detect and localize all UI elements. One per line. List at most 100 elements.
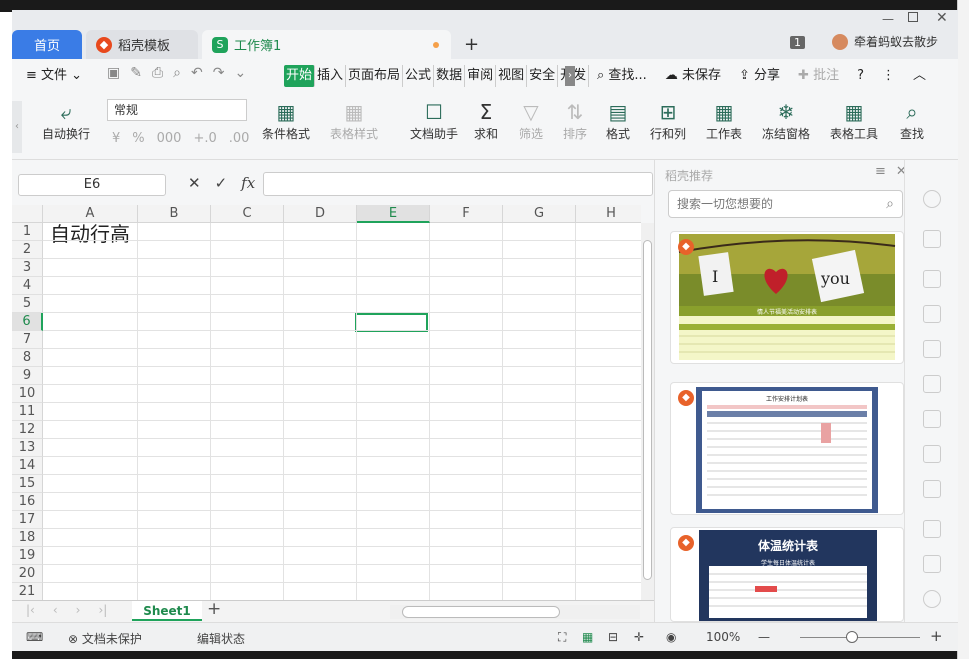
table-style-button[interactable]: ▦ 表格样式 xyxy=(330,99,378,142)
table-tools-button[interactable]: ▦ 表格工具 xyxy=(830,99,878,142)
row-col-button[interactable]: ⊞ 行和列 xyxy=(650,99,686,142)
sidebar-item-shape-icon[interactable] xyxy=(923,305,941,323)
doc-assistant-button[interactable]: ☐ 文档助手 xyxy=(410,99,458,142)
format-painter-icon[interactable]: ✎ xyxy=(130,65,142,81)
print-icon[interactable]: ⎙ xyxy=(152,65,163,81)
row-header-9[interactable]: 9 xyxy=(12,367,43,385)
row-header-11[interactable]: 11 xyxy=(12,403,43,421)
cell-a1-text[interactable]: 自动行高 xyxy=(50,223,130,245)
zoom-out-button[interactable]: — xyxy=(758,630,770,644)
confirm-icon[interactable]: ✓ xyxy=(215,174,228,192)
row-header-15[interactable]: 15 xyxy=(12,475,43,493)
row-header-19[interactable]: 19 xyxy=(12,547,43,565)
row-header-3[interactable]: 3 xyxy=(12,259,43,277)
row-header-6[interactable]: 6 xyxy=(12,313,43,331)
panel-menu-icon[interactable]: ≡ xyxy=(875,164,886,179)
redo-icon[interactable]: ↷ xyxy=(213,65,225,81)
reading-layout-icon[interactable]: ✛ xyxy=(634,630,644,644)
row-header-10[interactable]: 10 xyxy=(12,385,43,403)
add-sheet-button[interactable]: + xyxy=(207,599,221,619)
sidebar-item-image-icon[interactable] xyxy=(923,555,941,573)
search-icon[interactable]: ⌕ xyxy=(886,191,894,217)
zoom-slider[interactable] xyxy=(800,637,920,638)
row-header-18[interactable]: 18 xyxy=(12,529,43,547)
zoom-slider-knob[interactable] xyxy=(846,631,858,643)
freeze-panes-button[interactable]: ❄ 冻结窗格 xyxy=(762,99,810,142)
template-card-valentine[interactable]: ◆ I you 情人节福美活动安排表 xyxy=(670,231,904,364)
name-box[interactable]: E6 xyxy=(18,174,166,196)
number-format-btn-2[interactable]: 000 xyxy=(157,131,182,146)
sidebar-item-table-icon[interactable] xyxy=(923,270,941,288)
row-header-5[interactable]: 5 xyxy=(12,295,43,313)
undo-icon[interactable]: ↶ xyxy=(191,65,203,81)
template-card-temperature[interactable]: ◆ 体温统计表 学生每日体温统计表 xyxy=(670,527,904,622)
tab-home[interactable]: 首页 xyxy=(12,30,82,59)
fullscreen-icon[interactable]: ⛶ xyxy=(558,630,566,645)
eye-protection-icon[interactable]: ◉ xyxy=(666,630,676,644)
prev-sheet-icon[interactable]: ‹ xyxy=(53,603,58,617)
formula-input[interactable] xyxy=(263,172,653,196)
search-command[interactable]: ⌕ 查找... xyxy=(595,65,649,87)
number-format-btn-3[interactable]: +.0 xyxy=(193,131,216,146)
template-card-work-plan[interactable]: ◆ 工作安排计划表 xyxy=(670,382,904,515)
last-sheet-icon[interactable]: ›| xyxy=(98,603,107,617)
row-header-16[interactable]: 16 xyxy=(12,493,43,511)
sum-button[interactable]: Σ 求和 xyxy=(474,99,498,142)
row-header-1[interactable]: 1 xyxy=(12,223,43,241)
more-options-icon[interactable]: ⋮ xyxy=(880,65,897,87)
number-format-btn-1[interactable]: % xyxy=(132,131,144,146)
zoom-in-button[interactable]: + xyxy=(930,627,943,645)
ribbon-tab-6[interactable]: 视图 xyxy=(496,65,528,87)
column-header-a[interactable]: A xyxy=(43,205,138,223)
sidebar-item-chart-icon[interactable] xyxy=(923,340,941,358)
user-account[interactable]: 牵着蚂蚁去散步 xyxy=(832,33,938,50)
format-button[interactable]: ▤ 格式 xyxy=(606,99,630,142)
column-header-g[interactable]: G xyxy=(503,205,576,223)
horizontal-scroll-thumb[interactable] xyxy=(402,606,560,618)
maximize-icon[interactable] xyxy=(908,12,918,22)
more-tabs-arrow-icon[interactable]: › xyxy=(565,66,575,86)
new-tab-button[interactable]: + xyxy=(464,34,479,55)
comment-button[interactable]: ✚ 批注 xyxy=(796,65,841,87)
ribbon-tab-3[interactable]: 公式 xyxy=(403,65,435,87)
customize-icon[interactable]: ⌄ xyxy=(234,65,246,81)
doc-protection-status[interactable]: ⊗ 文档未保护 xyxy=(68,630,142,647)
page-break-view-icon[interactable]: ⊟ xyxy=(608,630,618,644)
cancel-icon[interactable]: ✕ xyxy=(188,174,201,192)
ribbon-tab-4[interactable]: 数据 xyxy=(434,65,466,87)
tab-template[interactable]: ◆ 稻壳模板 xyxy=(86,30,198,59)
vertical-scroll-thumb[interactable] xyxy=(643,240,652,580)
zoom-level[interactable]: 100% xyxy=(706,630,740,644)
next-sheet-icon[interactable]: › xyxy=(76,603,81,617)
window-count-badge[interactable]: 1 xyxy=(790,36,805,49)
unsaved-status[interactable]: ☁ 未保存 xyxy=(663,65,723,87)
row-header-4[interactable]: 4 xyxy=(12,277,43,295)
ribbon-tab-0[interactable]: 开始 xyxy=(284,65,316,87)
save-icon[interactable]: ▣ xyxy=(107,65,120,81)
print-preview-icon[interactable]: ⌕ xyxy=(173,65,181,81)
collapse-ribbon-icon[interactable]: ︿ xyxy=(911,65,928,87)
worksheet-button[interactable]: ▦ 工作表 xyxy=(706,99,742,142)
column-header-d[interactable]: D xyxy=(284,205,357,223)
wrap-text-button[interactable]: ⤶ 自动换行 xyxy=(42,99,90,142)
normal-view-icon[interactable]: ▦ xyxy=(582,630,593,644)
row-header-13[interactable]: 13 xyxy=(12,439,43,457)
row-header-8[interactable]: 8 xyxy=(12,349,43,367)
select-all-corner[interactable] xyxy=(12,205,43,223)
sidebar-item-expand-icon[interactable] xyxy=(923,190,941,208)
sidebar-item-cloud-icon[interactable] xyxy=(923,480,941,498)
row-header-12[interactable]: 12 xyxy=(12,421,43,439)
column-header-f[interactable]: F xyxy=(430,205,503,223)
help-icon[interactable]: ? xyxy=(855,65,866,87)
first-sheet-icon[interactable]: |‹ xyxy=(26,603,35,617)
ribbon-scroll-left-icon[interactable]: ‹ xyxy=(12,101,22,153)
file-menu[interactable]: ≡ 文件 ⌄ xyxy=(24,65,84,87)
number-format-btn-0[interactable]: ¥ xyxy=(112,131,120,146)
filter-button[interactable]: ▽ 筛选 xyxy=(519,99,543,142)
sort-button[interactable]: ⇅ 排序 xyxy=(563,99,587,142)
column-header-b[interactable]: B xyxy=(138,205,211,223)
sidebar-item-share-icon[interactable] xyxy=(923,410,941,428)
find-button[interactable]: ⌕ 查找 xyxy=(900,99,924,142)
row-header-20[interactable]: 20 xyxy=(12,565,43,583)
row-header-7[interactable]: 7 xyxy=(12,331,43,349)
